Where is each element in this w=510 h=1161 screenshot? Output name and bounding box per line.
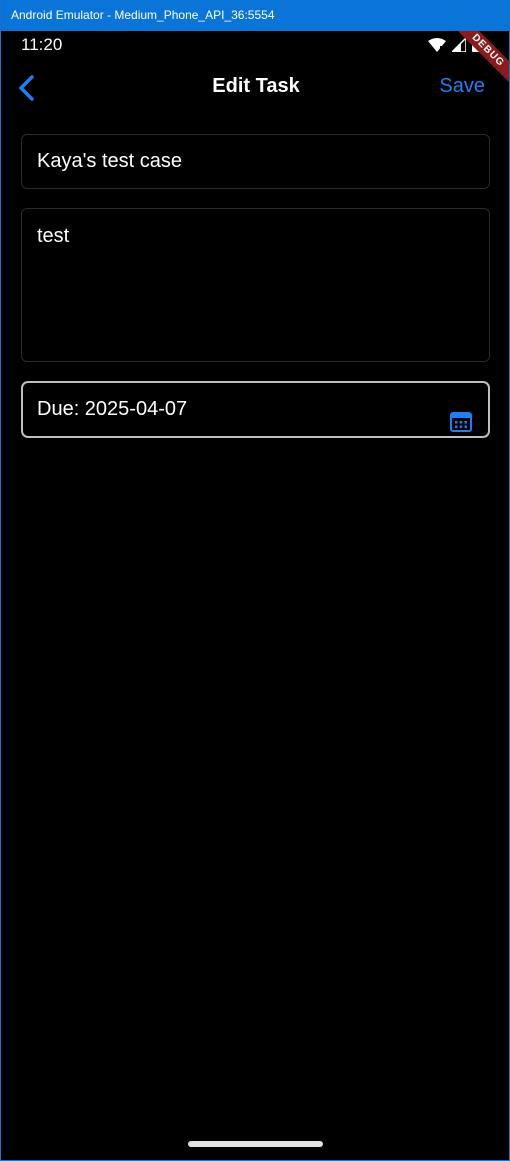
emulator-window: Android Emulator - Medium_Phone_API_36:5… xyxy=(0,0,510,1161)
window-titlebar: Android Emulator - Medium_Phone_API_36:5… xyxy=(1,0,510,31)
gesture-nav-handle[interactable] xyxy=(188,1141,323,1147)
window-title: Android Emulator - Medium_Phone_API_36:5… xyxy=(11,8,275,22)
status-bar: 11:20 xyxy=(1,31,510,59)
status-time: 11:20 xyxy=(21,35,63,54)
due-date-field[interactable]: Due: 2025-04-07 xyxy=(21,381,490,438)
task-description-value: test xyxy=(37,225,70,247)
calendar-icon[interactable] xyxy=(450,400,472,432)
task-description-field[interactable]: test xyxy=(21,208,490,362)
due-date-label: Due: 2025-04-07 xyxy=(37,398,188,420)
wifi-icon xyxy=(428,37,446,57)
task-title-value: Kaya's test case xyxy=(37,150,182,172)
page-title: Edit Task xyxy=(212,75,300,97)
save-button[interactable]: Save xyxy=(439,75,485,98)
task-title-field[interactable]: Kaya's test case xyxy=(21,134,490,189)
app-bar: Edit Task Save xyxy=(1,64,510,112)
